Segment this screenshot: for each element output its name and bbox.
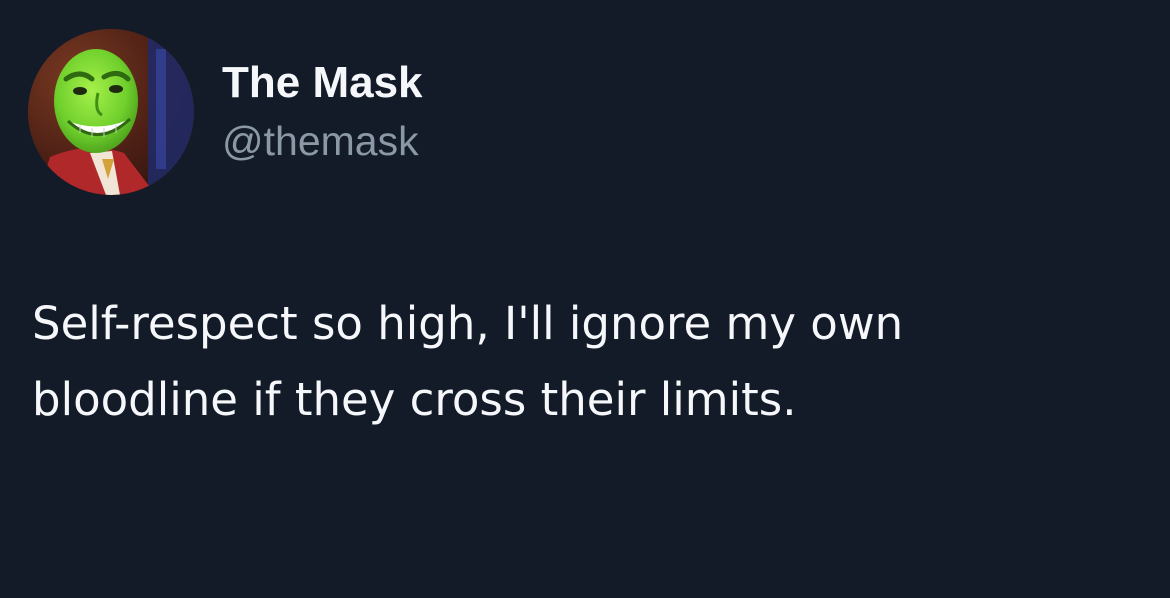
author-handle[interactable]: @themask — [222, 115, 423, 167]
author-display-name[interactable]: The Mask — [222, 57, 423, 109]
tweet-text: Self-respect so high, I'll ignore my own… — [32, 297, 904, 426]
tweet-card: The Mask @themask Self-respect so high, … — [0, 0, 1170, 598]
tweet-header: The Mask @themask — [28, 28, 423, 196]
avatar[interactable] — [28, 29, 194, 195]
green-mask-face-icon — [28, 29, 194, 195]
author-identity: The Mask @themask — [222, 47, 423, 177]
